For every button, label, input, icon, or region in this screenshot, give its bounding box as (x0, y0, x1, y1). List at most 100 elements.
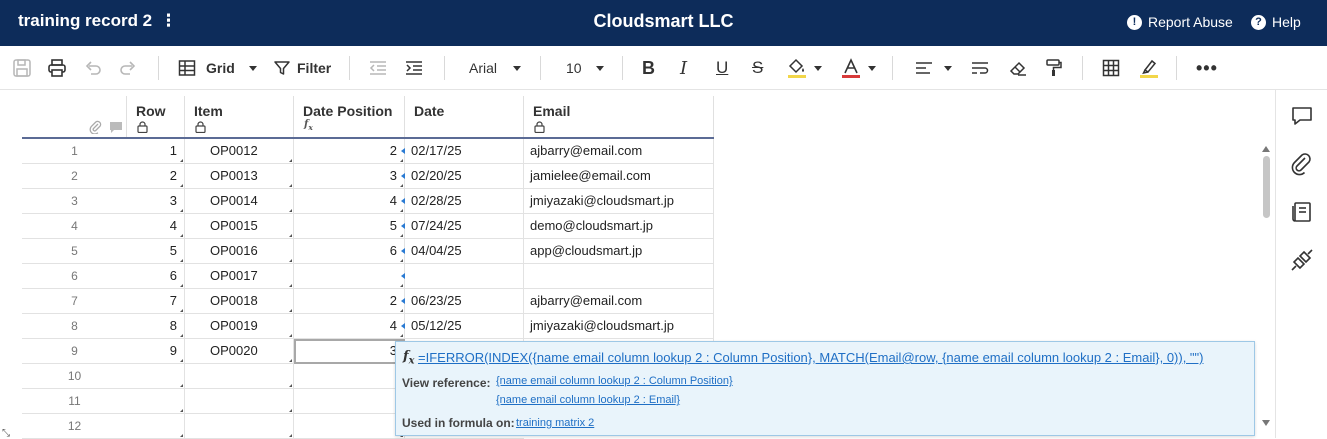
cell-item[interactable]: OP0019 (185, 314, 294, 339)
row-number[interactable]: 4 (22, 214, 127, 239)
attachment-icon[interactable] (89, 120, 103, 134)
cell-row[interactable] (127, 389, 185, 414)
cell-date[interactable]: 05/12/25 (405, 314, 524, 339)
cell-date[interactable] (405, 264, 524, 289)
scrollbar-thumb[interactable] (1263, 156, 1270, 218)
cell-item[interactable]: OP0020 (185, 339, 294, 364)
help-link[interactable]: ? Help (1251, 14, 1301, 30)
row-number[interactable]: 1 (22, 139, 127, 164)
report-abuse-link[interactable]: ! Report Abuse (1127, 14, 1233, 30)
row-number[interactable]: 12 (22, 414, 127, 439)
cell-date-position[interactable]: 5 (294, 214, 405, 239)
attachments-icon[interactable] (1290, 152, 1314, 176)
cell-date-position[interactable]: 4 (294, 189, 405, 214)
italic-icon[interactable]: I (680, 56, 687, 80)
cell-date-position[interactable]: 3 (294, 164, 405, 189)
eraser-icon[interactable] (1008, 56, 1028, 80)
cell-email[interactable]: jamielee@email.com (524, 164, 714, 189)
vertical-scrollbar[interactable] (1260, 142, 1272, 434)
cell-item[interactable]: OP0018 (185, 289, 294, 314)
cell-date-position[interactable]: 6 (294, 239, 405, 264)
sheet-title[interactable]: training record 2 (18, 11, 152, 31)
comments-icon[interactable] (1290, 104, 1314, 128)
reference-link-column-position[interactable]: {name email column lookup 2 : Column Pos… (496, 375, 733, 387)
cell-row[interactable]: 7 (127, 289, 185, 314)
cell-row[interactable]: 3 (127, 189, 185, 214)
cell-date-position[interactable] (294, 264, 405, 289)
cell-date-position[interactable] (294, 364, 405, 389)
cell-row[interactable]: 6 (127, 264, 185, 289)
row-number[interactable]: 7 (22, 289, 127, 314)
cell-row[interactable] (127, 364, 185, 389)
comment-icon[interactable] (109, 121, 123, 134)
highlight-icon[interactable] (1138, 56, 1160, 80)
cell-row[interactable]: 9 (127, 339, 185, 364)
cell-email[interactable]: ajbarry@email.com (524, 139, 714, 164)
grid-view-dropdown[interactable]: Grid (178, 56, 257, 80)
cell-row[interactable]: 1 (127, 139, 185, 164)
cell-item[interactable] (185, 389, 294, 414)
table-icon[interactable] (1102, 56, 1120, 80)
strikethrough-icon[interactable]: S (752, 56, 763, 80)
expand-icon[interactable]: ⤡ (2, 428, 10, 439)
filter-button[interactable]: Filter (273, 56, 331, 80)
fill-color-dropdown[interactable] (786, 56, 822, 80)
cell-date[interactable]: 04/04/25 (405, 239, 524, 264)
cell-date[interactable]: 06/23/25 (405, 289, 524, 314)
cell-email[interactable] (524, 264, 714, 289)
redo-icon[interactable] (118, 56, 138, 80)
used-in-sheet-link[interactable]: training matrix 2 (516, 417, 594, 429)
reference-link-email[interactable]: {name email column lookup 2 : Email} (496, 394, 680, 406)
summary-icon[interactable] (1290, 200, 1314, 224)
row-number[interactable]: 11 (22, 389, 127, 414)
save-icon[interactable] (12, 56, 32, 80)
cell-date-position[interactable]: 2 (294, 289, 405, 314)
row-number[interactable]: 10 (22, 364, 127, 389)
cell-item[interactable]: OP0017 (185, 264, 294, 289)
more-options-icon[interactable]: ••• (1196, 56, 1218, 80)
column-header-email[interactable]: Email (524, 96, 714, 137)
cell-row[interactable]: 4 (127, 214, 185, 239)
row-number[interactable]: 3 (22, 189, 127, 214)
cell-email[interactable]: demo@cloudsmart.jp (524, 214, 714, 239)
cell-item[interactable] (185, 414, 294, 439)
indent-icon[interactable] (404, 56, 424, 80)
text-color-dropdown[interactable] (840, 56, 876, 80)
column-header-row-number[interactable]: Row (127, 96, 185, 137)
cell-date-position[interactable]: 3 (294, 339, 405, 364)
print-icon[interactable] (47, 56, 67, 80)
row-number[interactable]: 9 (22, 339, 127, 364)
scroll-down-icon[interactable] (1262, 420, 1270, 426)
row-number[interactable]: 2 (22, 164, 127, 189)
cell-date-position[interactable] (294, 389, 405, 414)
scroll-up-icon[interactable] (1262, 146, 1270, 152)
cell-email[interactable]: jmiyazaki@cloudsmart.jp (524, 314, 714, 339)
font-family-dropdown[interactable]: Arial (469, 56, 521, 80)
formula-text[interactable]: =IFERROR(INDEX({name email column lookup… (418, 350, 1204, 365)
font-size-dropdown[interactable]: 10 (566, 56, 604, 80)
row-number[interactable]: 5 (22, 239, 127, 264)
cell-item[interactable]: OP0016 (185, 239, 294, 264)
underline-icon[interactable]: U (716, 56, 728, 80)
cell-date[interactable]: 02/20/25 (405, 164, 524, 189)
cell-date[interactable]: 02/17/25 (405, 139, 524, 164)
outdent-icon[interactable] (368, 56, 388, 80)
cell-date[interactable]: 07/24/25 (405, 214, 524, 239)
cell-row[interactable]: 2 (127, 164, 185, 189)
column-header-date-position[interactable]: Date Position fx (294, 96, 405, 137)
cell-email[interactable]: jmiyazaki@cloudsmart.jp (524, 189, 714, 214)
cell-item[interactable]: OP0015 (185, 214, 294, 239)
row-number[interactable]: 8 (22, 314, 127, 339)
cell-date[interactable]: 02/28/25 (405, 189, 524, 214)
cell-row[interactable]: 8 (127, 314, 185, 339)
cell-row[interactable]: 5 (127, 239, 185, 264)
undo-icon[interactable] (83, 56, 103, 80)
cell-item[interactable]: OP0014 (185, 189, 294, 214)
align-dropdown[interactable] (914, 56, 952, 80)
connections-icon[interactable] (1290, 248, 1314, 272)
row-number[interactable]: 6 (22, 264, 127, 289)
bold-icon[interactable]: B (642, 56, 655, 80)
column-header-date[interactable]: Date (405, 96, 524, 137)
cell-date-position[interactable] (294, 414, 405, 439)
cell-email[interactable]: app@cloudsmart.jp (524, 239, 714, 264)
